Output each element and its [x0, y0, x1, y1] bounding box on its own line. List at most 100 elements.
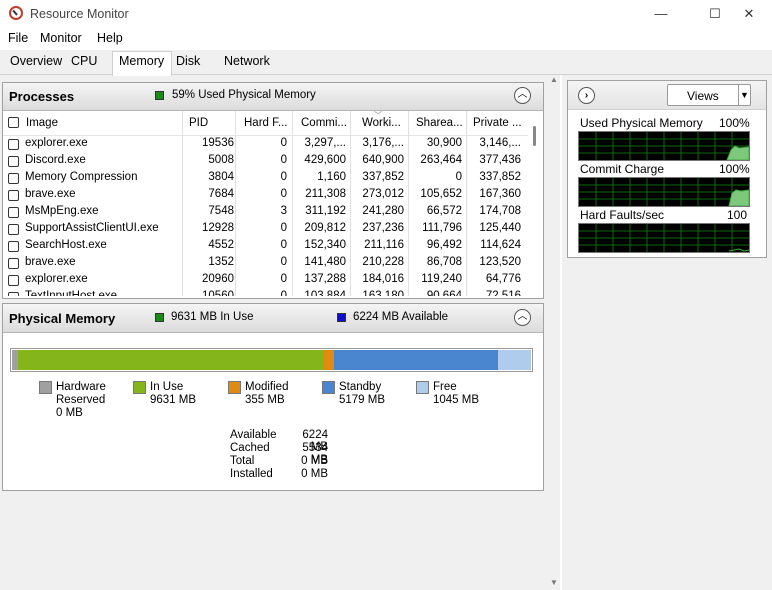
table-cell: 0	[280, 222, 287, 234]
row-checkbox[interactable]	[8, 258, 19, 269]
table-cell: 337,852	[362, 171, 404, 183]
close-button[interactable]: ✕	[726, 0, 772, 28]
column-pid[interactable]: PID	[189, 117, 208, 129]
row-checkbox[interactable]	[8, 275, 19, 286]
minimize-button[interactable]: —	[638, 0, 684, 28]
table-cell[interactable]: explorer.exe	[25, 137, 185, 149]
in-use-text: 9631 MB In Use	[171, 311, 254, 323]
table-cell: 4552	[208, 239, 234, 251]
legend-swatch-free	[416, 381, 429, 394]
table-cell[interactable]: brave.exe	[25, 256, 185, 268]
table-cell[interactable]: Memory Compression	[25, 171, 185, 183]
legend-value: 0 MB	[56, 407, 83, 419]
table-cell: 114,624	[480, 239, 521, 251]
column-hard-faults[interactable]: Hard F...	[244, 117, 287, 129]
table-cell: 0	[280, 171, 287, 183]
table-cell: 311,192	[305, 205, 346, 217]
table-cell: 5008	[208, 154, 234, 166]
graph-commit-charge	[578, 177, 750, 207]
tab-overview[interactable]: Overview	[10, 54, 62, 68]
table-cell: 0	[280, 188, 287, 200]
table-cell: 174,708	[479, 205, 521, 217]
table-cell: 163,180	[362, 290, 404, 296]
expand-graphs-button[interactable]: ›	[578, 87, 595, 104]
row-checkbox[interactable]	[8, 292, 19, 296]
stat-value: 0 MB	[301, 455, 328, 467]
splitter-down-icon[interactable]: ▼	[550, 578, 558, 587]
table-cell: 152,340	[304, 239, 346, 251]
legend-label: Modified	[245, 381, 289, 393]
legend-value: 5179 MB	[339, 394, 386, 406]
table-cell[interactable]: Discord.exe	[25, 154, 185, 166]
table-cell: 241,280	[362, 205, 404, 217]
processes-table-body: explorer.exe 19536 0 3,297,... 3,176,... 30,9…	[3, 136, 528, 296]
menu-monitor[interactable]: Monitor	[40, 31, 82, 45]
row-checkbox[interactable]	[8, 241, 19, 252]
memory-usage-bar	[10, 348, 533, 372]
row-checkbox[interactable]	[8, 173, 19, 184]
stat-label: Installed	[230, 468, 273, 480]
row-checkbox[interactable]	[8, 156, 19, 167]
column-commit[interactable]: Commi...	[301, 117, 347, 129]
column-image[interactable]: Image	[26, 117, 58, 129]
processes-collapse-button[interactable]: ︿	[514, 87, 531, 104]
table-cell: 3,146,...	[479, 137, 521, 149]
table-cell: 0	[280, 256, 287, 268]
sort-chevron-icon: ﹀	[374, 111, 382, 120]
splitter-up-icon[interactable]: ▲	[550, 75, 558, 84]
graph-value-hard-faults: 100	[727, 208, 748, 222]
table-cell: 3	[280, 205, 287, 217]
table-cell: 111,796	[422, 222, 462, 234]
table-cell[interactable]: MsMpEng.exe	[25, 205, 185, 217]
legend-swatch-in-use	[133, 381, 146, 394]
legend-label: In Use	[150, 381, 184, 393]
table-cell: 211,308	[305, 188, 346, 200]
processes-scrollbar-thumb[interactable]	[533, 126, 536, 146]
table-cell: 0	[280, 154, 287, 166]
memory-stats: Available 6224 MB Cached 5534 MB Total 0 MB In…	[230, 429, 350, 483]
physical-memory-collapse-button[interactable]: ︿	[514, 309, 531, 326]
table-cell: 141,480	[304, 256, 346, 268]
table-cell: 377,436	[479, 154, 521, 166]
table-cell: 263,464	[420, 154, 462, 166]
row-checkbox[interactable]	[8, 224, 19, 235]
tab-network[interactable]: Network	[224, 54, 270, 68]
tab-disk[interactable]: Disk	[176, 54, 200, 68]
stat-label: Total	[230, 455, 255, 467]
table-cell: 211,116	[364, 239, 404, 251]
table-cell: 72,516	[485, 290, 521, 296]
legend-value: 9631 MB	[150, 394, 197, 406]
processes-title: Processes	[9, 89, 75, 104]
table-cell[interactable]: TextInputHost.exe	[25, 290, 185, 296]
table-cell[interactable]: brave.exe	[25, 188, 185, 200]
graph-label-commit-charge: Commit Charge	[580, 162, 665, 176]
menu-help[interactable]: Help	[97, 31, 123, 45]
table-cell: 337,852	[479, 171, 521, 183]
menu-file[interactable]: File	[8, 31, 28, 45]
pane-splitter[interactable]	[545, 75, 560, 590]
legend-value: 355 MB	[245, 394, 285, 406]
table-cell: 12928	[202, 222, 234, 234]
row-checkbox[interactable]	[8, 190, 19, 201]
table-cell: 0	[280, 290, 287, 296]
stat-label: Cached	[230, 442, 270, 454]
table-cell[interactable]: SupportAssistClientUI.exe	[25, 222, 185, 234]
memory-bar-segment-in-use	[18, 350, 323, 370]
table-cell: 125,440	[479, 222, 521, 234]
memory-bar-segment-free	[497, 350, 532, 370]
select-all-checkbox[interactable]	[8, 117, 19, 128]
column-shareable[interactable]: Sharea...	[416, 117, 463, 129]
legend-label-line2: Reserved	[56, 394, 106, 406]
table-cell[interactable]: explorer.exe	[25, 273, 185, 285]
row-checkbox[interactable]	[8, 139, 19, 150]
table-cell[interactable]: SearchHost.exe	[25, 239, 185, 251]
tab-cpu[interactable]: CPU	[71, 54, 97, 68]
column-private[interactable]: Private ...	[473, 117, 522, 129]
graph-value-commit-charge: 100%	[719, 162, 750, 176]
legend-swatch-modified	[228, 381, 241, 394]
row-checkbox[interactable]	[8, 207, 19, 218]
used-memory-text: 59% Used Physical Memory	[172, 89, 316, 101]
tab-memory[interactable]: Memory	[119, 54, 164, 68]
table-cell: 123,520	[479, 256, 521, 268]
graph-used-physical-memory	[578, 131, 750, 161]
